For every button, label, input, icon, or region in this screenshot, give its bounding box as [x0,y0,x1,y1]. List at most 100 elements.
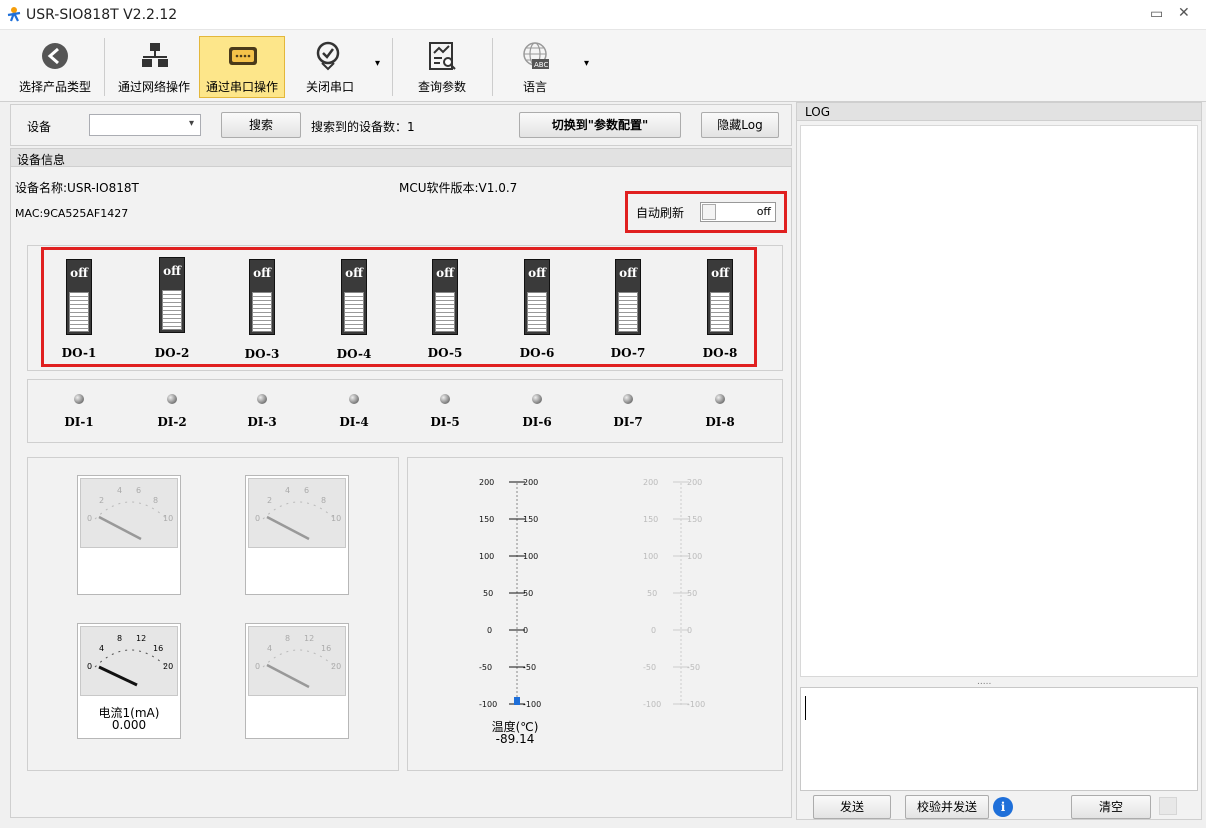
switch-state: off [345,266,363,280]
gauge-tick: 8 [321,496,326,505]
device-info-panel: 设备信息 设备名称:USR-IO818T MCU软件版本:V1.0.7 MAC:… [10,148,792,818]
scale-tick: 150 [643,515,658,524]
temperature-level [514,697,520,705]
svg-text:ABC: ABC [534,61,548,69]
minimize-icon[interactable]: ▭ [1150,6,1163,22]
auto-refresh-toggle[interactable]: off [700,202,776,222]
log-header: LOG [797,103,1201,121]
do-switch[interactable]: off [66,259,92,335]
gauge-tick: 2 [267,496,272,505]
hide-log-button[interactable]: 隐藏Log [701,112,779,138]
do-label: DO-5 [427,346,463,360]
scale-tick: 100 [479,552,494,561]
do-switch[interactable]: off [707,259,733,335]
clear-button[interactable]: 清空 [1071,795,1151,819]
mcu-version: MCU软件版本:V1.0.7 [399,181,518,195]
gauge-face: 0 2 4 6 8 10 [248,478,346,548]
di-indicator-led [167,394,177,404]
gauge-tick: 16 [321,644,331,653]
switch-state: off [253,266,271,280]
scale-tick: 50 [647,589,657,598]
toolbar-label: 通过网络操作 [117,80,190,94]
di-section [27,379,783,443]
gauge-dial: 0 4 8 12 16 20 [87,634,173,687]
log-output-area[interactable] [800,125,1198,677]
gauge-tick: 20 [163,662,173,671]
di-label: DI-1 [64,415,94,429]
current-gauge: 0 4 8 12 16 20 电流1(mA) 0.000 [77,623,181,739]
gauge-tick: 6 [136,486,141,495]
auto-refresh-label: 自动刷新 [636,206,685,220]
switch-to-config-button[interactable]: 切换到"参数配置" [519,112,681,138]
do-switch[interactable]: off [432,259,458,335]
switch-state: off [528,266,546,280]
scale-tick: 150 [687,515,702,524]
scale-tick: -100 [479,700,497,709]
scale-tick: 0 [651,626,656,635]
temperature-scale: 200 200 150 150 100 100 50 50 0 0 -50 -5… [479,478,541,709]
language-button[interactable]: ABC 语言 [500,36,570,98]
switch-knob [252,292,272,332]
toolbar: 选择产品类型 通过网络操作 通过串口操作 关闭串口 ▾ 查询参数 ABC 语言 … [0,30,1206,102]
scale-tick: 0 [487,626,492,635]
switch-state: off [619,266,637,280]
gauge-tick: 8 [117,634,122,643]
info-icon[interactable]: i [993,797,1013,817]
query-params-button[interactable]: 查询参数 [402,36,482,98]
do-switch[interactable]: off [159,257,185,333]
select-product-type-button[interactable]: 选择产品类型 [12,36,98,98]
hex-checkbox[interactable] [1159,797,1177,815]
di-indicator-led [74,394,84,404]
network-operation-button[interactable]: 通过网络操作 [112,36,196,98]
send-button[interactable]: 发送 [813,795,891,819]
gauge-dial: 0 2 4 6 8 10 [87,486,173,541]
device-info-title: 设备信息 [17,153,66,167]
switch-state: off [163,264,181,278]
chevron-down-icon[interactable]: ▾ [584,58,589,69]
switch-state: off [70,266,88,280]
scale-tick: 150 [523,515,538,524]
do-switch[interactable]: off [524,259,550,335]
log-title: LOG [805,105,831,119]
network-icon [142,43,168,67]
verify-send-button[interactable]: 校验并发送 [905,795,989,819]
query-chart-icon [429,42,456,70]
analog-gauge: 0 2 4 6 8 10 [77,475,181,595]
do-label: DO-6 [519,346,555,360]
do-label: DO-4 [336,347,372,361]
close-icon[interactable]: ✕ [1178,5,1190,21]
do-label: DO-1 [61,346,97,360]
gauge-value: 0.000 [111,718,147,732]
log-panel: LOG ..... 发送 校验并发送 i 清空 [796,102,1202,820]
window-title: USR-SIO818T V2.2.12 [26,7,178,23]
title-bar: USR-SIO818T V2.2.12 ▭ ✕ [0,0,1206,30]
send-input-area[interactable] [800,687,1198,791]
search-button[interactable]: 搜索 [221,112,301,138]
do-switch[interactable]: off [341,259,367,335]
serial-operation-button[interactable]: 通过串口操作 [199,36,285,98]
toolbar-label: 通过串口操作 [205,80,278,94]
auto-refresh-state: off [756,205,771,218]
scale-tick: 100 [687,552,702,561]
device-select[interactable]: ▾ [89,114,201,136]
di-indicator-led [532,394,542,404]
do-label: DO-8 [702,346,738,360]
text-cursor [805,696,806,720]
do-switch[interactable]: off [249,259,275,335]
splitter-grip[interactable]: ..... [977,677,991,687]
do-label: DO-3 [244,347,280,361]
gauge-tick: 4 [267,644,272,653]
do-switch[interactable]: off [615,259,641,335]
chevron-down-icon[interactable]: ▾ [375,58,380,69]
gauge-tick: 6 [304,486,309,495]
close-serial-button[interactable]: 关闭串口 [290,36,370,98]
gauge-tick: 12 [304,634,314,643]
app-logo-icon [7,7,21,22]
gauge-face: 0 4 8 12 16 20 [80,626,178,696]
gauge-face: 0 2 4 6 8 10 [80,478,178,548]
analog-gauge: 0 4 8 12 16 20 [245,623,349,739]
gauge-tick: 10 [163,514,173,523]
toolbar-separator [104,38,105,96]
gauge-tick: 12 [136,634,146,643]
check-pin-icon [316,41,340,71]
